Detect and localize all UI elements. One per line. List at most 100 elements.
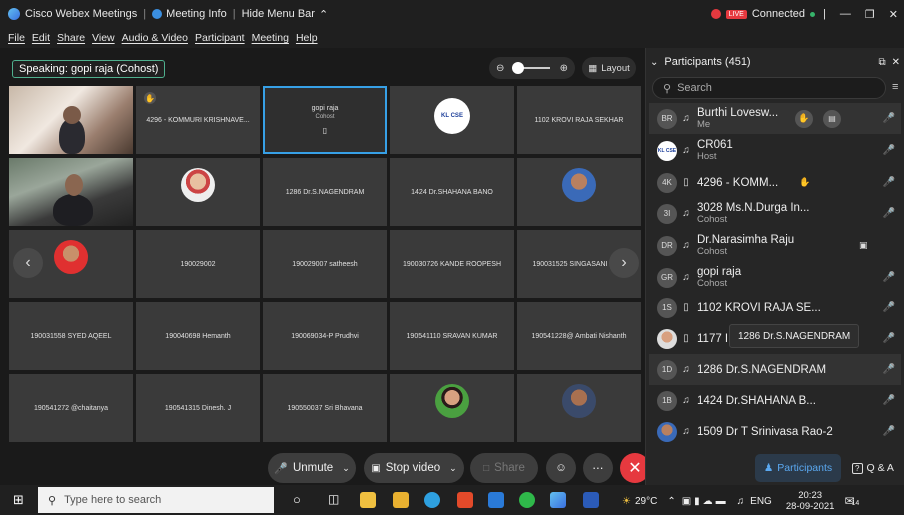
video-tile[interactable]: 190029002 bbox=[136, 230, 260, 298]
chevron-down-icon[interactable]: ⌄ bbox=[449, 463, 457, 474]
video-tile[interactable]: 190550037 Sri Bhavana bbox=[263, 374, 387, 442]
volume-icon[interactable]: ♫ bbox=[737, 496, 745, 507]
participants-button[interactable]: ♟ Participants bbox=[755, 454, 841, 482]
participant-face bbox=[63, 106, 81, 124]
chevron-down-icon[interactable]: ⌄ bbox=[342, 463, 350, 474]
participants-header: ⌄ Participants (451) ⧉ ✕ bbox=[650, 56, 900, 68]
notification-icon[interactable]: ✉ 14 bbox=[844, 494, 859, 508]
participant-row[interactable]: 4K ▯ 4296 - KOMM... ✋ 🎤 bbox=[649, 167, 901, 198]
menu-audio-video[interactable]: Audio & Video bbox=[122, 32, 188, 44]
video-tile[interactable]: 1286 Dr.S.NAGENDRAM bbox=[263, 158, 387, 226]
video-tile[interactable]: 190040698 Hemanth bbox=[136, 302, 260, 370]
zoom-out-icon[interactable]: ⊖ bbox=[496, 63, 504, 74]
video-tile[interactable]: 190031558 SYED AQEEL bbox=[9, 302, 133, 370]
video-tile[interactable]: 190541272 @chaitanya bbox=[9, 374, 133, 442]
participant-row[interactable]: 3I ♫ 3028 Ms.N.Durga In... Cohost 🎤 bbox=[649, 198, 901, 229]
taskbar-search-input[interactable]: ⚲ Type here to search bbox=[38, 487, 274, 513]
chevron-up-icon[interactable]: ⌃ bbox=[667, 496, 675, 507]
participant-name: 1177 I bbox=[697, 332, 729, 345]
raise-hand-icon[interactable]: ✋ bbox=[795, 109, 813, 128]
mail-icon[interactable] bbox=[488, 492, 504, 508]
headset-icon: ♫ bbox=[682, 240, 690, 251]
menu-meeting[interactable]: Meeting bbox=[252, 32, 289, 44]
menu-share[interactable]: Share bbox=[57, 32, 85, 44]
previous-page-button[interactable]: ‹ bbox=[13, 248, 43, 278]
whatsapp-icon[interactable] bbox=[519, 492, 535, 508]
zoom-in-icon[interactable]: ⊕ bbox=[560, 63, 568, 74]
tray-icons[interactable]: ▣▮☁▬ bbox=[682, 496, 729, 507]
zoom-slider-knob[interactable] bbox=[512, 62, 524, 74]
video-tile[interactable] bbox=[9, 158, 133, 226]
menu-edit[interactable]: Edit bbox=[32, 32, 50, 44]
close-panel-icon[interactable]: ✕ bbox=[892, 57, 900, 68]
menu-participant[interactable]: Participant bbox=[195, 32, 245, 44]
tile-name: 1102 KROVI RAJA SEKHAR bbox=[534, 116, 624, 124]
qa-button[interactable]: ? Q & A bbox=[845, 454, 901, 482]
reactions-button[interactable]: ☺ bbox=[546, 453, 576, 483]
webex-taskbar-icon[interactable] bbox=[550, 492, 566, 508]
participants-search-input[interactable]: ⚲ Search bbox=[652, 77, 886, 99]
language-indicator[interactable]: ENG bbox=[750, 496, 772, 507]
task-view-icon[interactable]: ◫ bbox=[328, 492, 339, 506]
restore-icon[interactable]: ❐ bbox=[865, 8, 875, 21]
video-tile[interactable]: 1102 KROVI RAJA SEKHAR bbox=[517, 86, 641, 154]
word-icon[interactable] bbox=[583, 492, 599, 508]
zoom-control[interactable]: ⊖ ⊕ bbox=[489, 57, 575, 79]
tile-name: 190030726 KANDE ROOPESH bbox=[402, 260, 502, 268]
video-tile[interactable] bbox=[517, 374, 641, 442]
video-tile[interactable] bbox=[390, 374, 514, 442]
video-tile[interactable]: 190069034-P Prudhvi bbox=[263, 302, 387, 370]
video-tile[interactable]: 190541315 Dinesh. J bbox=[136, 374, 260, 442]
participant-row[interactable]: DR ♫ Dr.Narasimha Raju Cohost ▣ bbox=[649, 230, 901, 261]
participant-row[interactable]: BR ♫ Burthi Lovesw... Me ✋ ▤ 🎤 bbox=[649, 103, 901, 134]
video-tile[interactable] bbox=[9, 86, 133, 154]
caption-icon[interactable]: ▤ bbox=[823, 109, 841, 128]
unmute-button[interactable]: 🎤 Unmute ⌄ bbox=[268, 453, 356, 483]
store-icon[interactable] bbox=[393, 492, 409, 508]
video-tile[interactable] bbox=[136, 158, 260, 226]
video-tile[interactable]: 190030726 KANDE ROOPESH bbox=[390, 230, 514, 298]
avatar: BR bbox=[657, 108, 677, 129]
meeting-info-button[interactable]: Meeting Info bbox=[152, 8, 227, 20]
video-tile[interactable] bbox=[517, 158, 641, 226]
chevron-down-icon[interactable]: ⌄ bbox=[650, 57, 658, 68]
mic-muted-icon: 🎤 bbox=[274, 462, 288, 475]
menu-view[interactable]: View bbox=[92, 32, 115, 44]
file-explorer-icon[interactable] bbox=[360, 492, 376, 508]
video-tile[interactable]: 190029007 satheesh bbox=[263, 230, 387, 298]
minimize-icon[interactable]: — bbox=[840, 8, 851, 20]
layout-button[interactable]: ▦ Layout bbox=[582, 57, 636, 79]
participant-row[interactable]: KL CSE ♫ CR061 Host 🎤 bbox=[649, 135, 901, 166]
edge-icon[interactable] bbox=[424, 492, 440, 508]
participant-row[interactable]: 1D ♫ 1286 Dr.S.NAGENDRAM 🎤 bbox=[649, 354, 901, 385]
stop-video-button[interactable]: ▣ Stop video ⌄ bbox=[364, 453, 464, 483]
windows-start-icon[interactable]: ⊞ bbox=[13, 492, 24, 508]
hide-menu-bar-button[interactable]: Hide Menu Bar ⌃ bbox=[242, 8, 329, 21]
phone-icon: ▯ bbox=[683, 177, 689, 188]
video-tile[interactable]: 190541110 SRAVAN KUMAR bbox=[390, 302, 514, 370]
next-page-button[interactable]: › bbox=[609, 248, 639, 278]
chevron-left-icon: ‹ bbox=[25, 254, 31, 271]
menu-file[interactable]: File bbox=[8, 32, 25, 44]
video-tile[interactable]: 190541228@ Ambati Nishanth bbox=[517, 302, 641, 370]
popout-icon[interactable]: ⧉ bbox=[878, 57, 885, 68]
office-icon[interactable] bbox=[457, 492, 473, 508]
video-tile-active-speaker[interactable]: gopi raja Cohost ▯ bbox=[263, 86, 387, 154]
cortana-icon[interactable]: ○ bbox=[293, 492, 301, 507]
close-icon: ✕ bbox=[628, 460, 642, 477]
participant-row[interactable]: GR ♫ gopi raja Cohost 🎤 bbox=[649, 262, 901, 293]
sort-icon[interactable]: ≡ bbox=[892, 81, 898, 93]
participant-row[interactable]: 1S ▯ 1102 KROVI RAJA SE... 🎤 bbox=[649, 292, 901, 323]
share-button[interactable]: □ Share bbox=[470, 453, 538, 483]
video-tile[interactable]: 1424 Dr.SHAHANA BANO bbox=[390, 158, 514, 226]
participant-row[interactable]: ♫ 1509 Dr T Srinivasa Rao-2 🎤 bbox=[649, 416, 901, 447]
more-options-button[interactable]: ⋯ bbox=[583, 453, 613, 483]
menu-help[interactable]: Help bbox=[296, 32, 318, 44]
close-icon[interactable]: ✕ bbox=[889, 8, 898, 21]
clock[interactable]: 20:23 28-09-2021 bbox=[786, 490, 835, 512]
video-tile[interactable]: KL CSE bbox=[390, 86, 514, 154]
zoom-slider[interactable] bbox=[512, 62, 550, 74]
video-tile[interactable]: ✋ 4296 - KOMMURI KRISHNAVE... bbox=[136, 86, 260, 154]
tile-name: 190069034-P Prudhvi bbox=[291, 332, 359, 340]
participant-row[interactable]: 1B ♫ 1424 Dr.SHAHANA B... 🎤 bbox=[649, 385, 901, 416]
